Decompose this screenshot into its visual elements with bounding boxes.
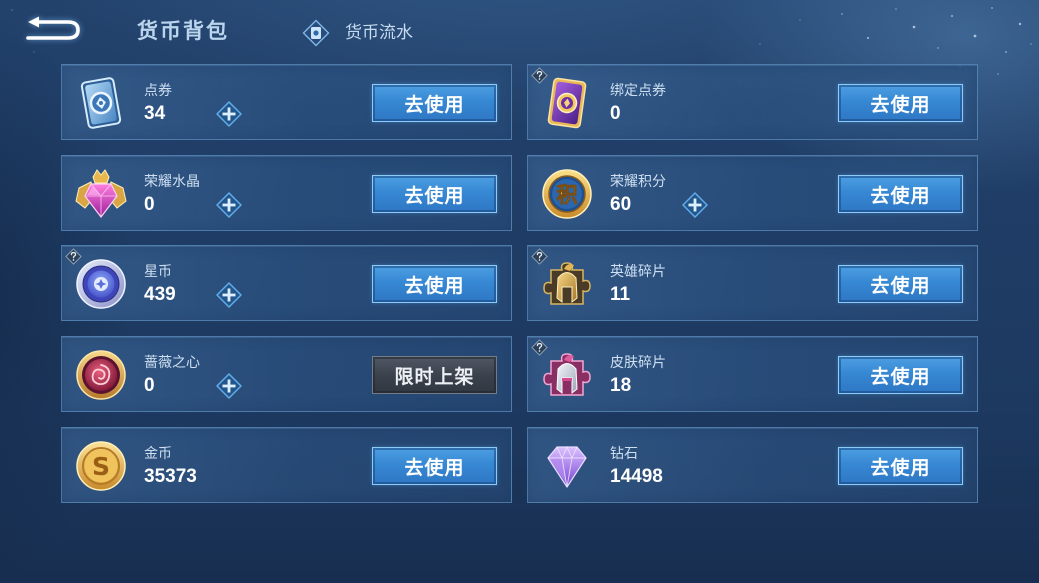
add-coupons-button[interactable] xyxy=(215,100,243,128)
use-glory-points-button[interactable]: 去使用 xyxy=(838,175,963,213)
use-diamonds-button[interactable]: 去使用 xyxy=(838,447,963,485)
use-star-coins-button[interactable]: 去使用 xyxy=(372,265,497,303)
currency-amount: 34 xyxy=(144,103,166,124)
use-glory-crystal-button[interactable]: 去使用 xyxy=(372,175,497,213)
currency-card-skin-fragments: 皮肤碎片 18 去使用 xyxy=(527,336,978,412)
limited-time-button: 限时上架 xyxy=(372,356,497,394)
currency-label: 荣耀水晶 xyxy=(144,174,200,190)
plus-icon xyxy=(682,192,708,218)
help-button[interactable] xyxy=(531,248,548,265)
currency-card-hero-fragments: 英雄碎片 11 去使用 xyxy=(527,245,978,321)
currency-card-rose-heart: 蔷薇之心 0 限时上架 xyxy=(61,336,512,412)
currency-amount: 0 xyxy=(144,194,155,215)
currency-card-diamonds: 钻石 14498 去使用 xyxy=(527,427,978,503)
currency-ledger-icon xyxy=(302,19,330,47)
currency-card-glory-points: 积 荣耀积分 60 去使用 xyxy=(527,155,978,231)
currency-card-glory-crystal: 荣耀水晶 0 去使用 xyxy=(61,155,512,231)
currency-label: 星币 xyxy=(144,264,172,280)
currency-label: 皮肤碎片 xyxy=(610,355,666,371)
add-glory-points-button[interactable] xyxy=(681,191,709,219)
page-title: 货币背包 xyxy=(137,19,229,43)
back-arrow-icon xyxy=(26,16,80,40)
plus-icon xyxy=(216,192,242,218)
coupon-card-icon xyxy=(73,75,129,131)
help-button[interactable] xyxy=(531,339,548,356)
back-button[interactable] xyxy=(24,13,82,47)
currency-amount: 0 xyxy=(610,103,621,124)
question-mark-icon xyxy=(531,67,548,84)
plus-icon xyxy=(216,282,242,308)
question-mark-icon xyxy=(531,248,548,265)
currency-label: 英雄碎片 xyxy=(610,264,666,280)
tab-label: 货币流水 xyxy=(345,23,413,43)
currency-label: 金币 xyxy=(144,446,172,462)
currency-label: 钻石 xyxy=(610,446,638,462)
help-button[interactable] xyxy=(531,67,548,84)
question-mark-icon xyxy=(531,339,548,356)
gold-coin-glyph: S xyxy=(92,452,110,481)
use-hero-fragments-button[interactable]: 去使用 xyxy=(838,265,963,303)
currency-amount: 18 xyxy=(610,375,632,396)
add-rose-heart-button[interactable] xyxy=(215,372,243,400)
help-button[interactable] xyxy=(65,248,82,265)
currency-card-gold: S 金币 35373 去使用 xyxy=(61,427,512,503)
rose-heart-icon xyxy=(73,347,129,403)
add-star-coins-button[interactable] xyxy=(215,281,243,309)
currency-amount: 439 xyxy=(144,284,176,305)
use-coupons-button[interactable]: 去使用 xyxy=(372,84,497,122)
currency-card-bound-coupons: 绑定点券 0 去使用 xyxy=(527,64,978,140)
currency-amount: 11 xyxy=(610,284,631,305)
currency-amount: 0 xyxy=(144,375,155,396)
plus-icon xyxy=(216,101,242,127)
glory-points-glyph: 积 xyxy=(557,183,578,207)
currency-card-star-coins: 星币 439 去使用 xyxy=(61,245,512,321)
currency-label: 绑定点券 xyxy=(610,83,666,99)
currency-amount: 60 xyxy=(610,194,632,215)
glory-crystal-icon xyxy=(73,166,129,222)
glory-points-icon: 积 xyxy=(539,166,595,222)
gold-coin-icon: S xyxy=(73,438,129,494)
diamond-icon xyxy=(539,438,595,494)
use-gold-button[interactable]: 去使用 xyxy=(372,447,497,485)
currency-amount: 35373 xyxy=(144,466,197,487)
plus-icon xyxy=(216,373,242,399)
currency-label: 点券 xyxy=(144,83,172,99)
add-glory-crystal-button[interactable] xyxy=(215,191,243,219)
tab-currency-ledger[interactable]: 货币流水 xyxy=(302,19,413,47)
currency-amount: 14498 xyxy=(610,466,663,487)
question-mark-icon xyxy=(65,248,82,265)
use-skin-fragments-button[interactable]: 去使用 xyxy=(838,356,963,394)
currency-card-coupons: 点券 34 去使用 xyxy=(61,64,512,140)
currency-label: 荣耀积分 xyxy=(610,174,666,190)
use-bound-coupons-button[interactable]: 去使用 xyxy=(838,84,963,122)
currency-label: 蔷薇之心 xyxy=(144,355,200,371)
